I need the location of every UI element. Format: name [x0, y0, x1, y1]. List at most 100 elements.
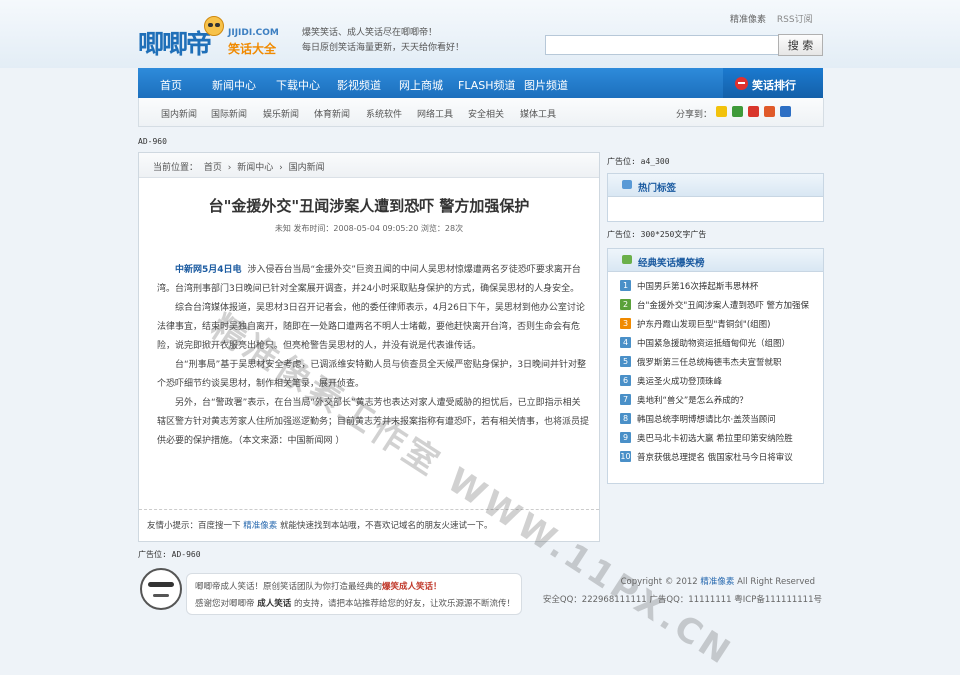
share-favorite-icon[interactable]	[716, 106, 727, 117]
rank-item-title[interactable]: 奥地利“兽父”是怎么养成的？	[637, 394, 748, 406]
breadcrumb-news[interactable]: 新闻中心	[237, 163, 273, 173]
ad-slot-sidebar-mid: 广告位: 300*250文字广告	[607, 230, 707, 239]
subnav-item-international[interactable]: 国际新闻	[211, 107, 247, 120]
search-button[interactable]: 搜 索	[778, 34, 823, 56]
tip-suffix: 就能快速找到本站哦，不喜欢记域名的朋友火速试一下。	[279, 521, 493, 531]
rss-link[interactable]: RSS订阅	[777, 15, 813, 25]
contact-info: 安全QQ：222968111111 广告QQ：11111111 粤ICP备111…	[542, 595, 822, 605]
rank-item[interactable]: 5 俄罗斯第三任总统梅德韦杰夫宣誓就职	[620, 355, 820, 369]
hot-tags-title: 热门标签	[638, 183, 677, 194]
rank-number-badge: 2	[620, 299, 631, 310]
rank-number-badge: 5	[620, 356, 631, 367]
rank-number-badge: 7	[620, 394, 631, 405]
breadcrumb-separator: ›	[279, 163, 283, 173]
rank-item-title[interactable]: 韩国总统李明博想请比尔·盖茨当顾问	[637, 413, 776, 425]
search-input[interactable]	[545, 35, 780, 55]
subnav-item-system-software[interactable]: 系统软件	[366, 107, 402, 120]
footer-line-1: 唧唧帝成人笑话！原创笑话团队为你打造最经典的爆笑成人笑话！	[195, 580, 442, 592]
rank-item[interactable]: 4 中国紧急援助物资运抵缅甸仰光（组图）	[620, 336, 820, 350]
share-renren-icon[interactable]	[780, 106, 791, 117]
rank-item[interactable]: 3 护东丹霞山发现巨型"青铜剑"(组图)	[620, 317, 820, 331]
site-logo[interactable]: 唧唧帝 JIJIDI.COM 笑话大全	[138, 14, 288, 64]
footer-mascot-icon	[140, 568, 182, 610]
rank-item-title[interactable]: 中国紧急援助物资运抵缅甸仰光（组图）	[637, 337, 790, 349]
nav-item-video[interactable]: 影视频道	[337, 77, 381, 93]
rank-number-badge: 9	[620, 432, 631, 443]
rank-item[interactable]: 1 中国男乒第16次捧起斯韦思林杯	[620, 279, 820, 293]
rank-item[interactable]: 6 奥运圣火成功登顶珠峰	[620, 374, 820, 388]
logo-face-icon	[204, 16, 224, 36]
copyright-suffix: All Right Reserved	[737, 577, 815, 587]
tip-brand-link[interactable]: 精准像素	[243, 521, 277, 531]
rank-item-title[interactable]: 中国男乒第16次捧起斯韦思林杯	[637, 280, 758, 292]
footer-line-1-prefix: 唧唧帝成人笑话！原创笑话团队为你打造最经典的	[195, 582, 383, 592]
slogan-line-2: 每日原创笑话海量更新，天天给你看好！	[302, 43, 465, 53]
article-divider	[139, 509, 599, 510]
footer-line-2-bold: 成人笑话	[257, 599, 292, 609]
breadcrumb: 当前位置： 首页 › 新闻中心 › 国内新闻	[153, 160, 328, 173]
rank-item-title[interactable]: 俄罗斯第三任总统梅德韦杰夫宣誓就职	[637, 356, 782, 368]
ad-slot-bottom: 广告位: AD-960	[138, 550, 201, 559]
share-kaixin-icon[interactable]	[732, 106, 743, 117]
rank-number-badge: 4	[620, 337, 631, 348]
nav-item-pictures[interactable]: 图片频道	[524, 77, 568, 93]
copyright-brand-link[interactable]: 精准像素	[700, 577, 734, 587]
rank-item-title[interactable]: 奥运圣火成功登顶珠峰	[637, 375, 722, 387]
footer-line-1-highlight: 爆笑成人笑话！	[382, 582, 442, 592]
subnav-item-security[interactable]: 安全相关	[468, 107, 504, 120]
subnav-item-domestic[interactable]: 国内新闻	[161, 107, 197, 120]
nav-item-flash[interactable]: FLASH频道	[458, 77, 516, 93]
footer-line-2-suffix: 的支持，请把本站推荐给您的好友，让欢乐源源不断流传！	[293, 599, 515, 609]
rank-item-title[interactable]: 普京获俄总理提名 俄国家杜马今日将审议	[637, 451, 793, 463]
nav-item-shop[interactable]: 网上商城	[399, 77, 443, 93]
article-paragraph: 中新网5月4日电 涉入侵吞台当局“金援外交”巨资丑闻的中间人吴思材惊爆遭两名歹徒恐…	[157, 261, 589, 299]
breadcrumb-separator: ›	[227, 163, 232, 173]
ranking-icon	[735, 77, 748, 90]
rank-item[interactable]: 8 韩国总统李明博想请比尔·盖茨当顾问	[620, 412, 820, 426]
footer-message: 唧唧帝成人笑话！原创笑话团队为你打造最经典的爆笑成人笑话！ 感谢您对唧唧帝 成人…	[186, 573, 522, 615]
subnav-item-network-tools[interactable]: 网络工具	[417, 107, 453, 120]
breadcrumb-home[interactable]: 首页	[204, 163, 222, 173]
hot-tags-box: 热门标签	[607, 173, 824, 222]
nav-item-news[interactable]: 新闻中心	[212, 77, 256, 93]
nav-item-downloads[interactable]: 下载中心	[276, 77, 320, 93]
rank-item[interactable]: 9 奥巴马北卡初选大赢 希拉里印第安纳险胜	[620, 431, 820, 445]
rank-item-title[interactable]: 护东丹霞山发现巨型"青铜剑"(组图)	[637, 318, 770, 330]
article-title: 台"金援外交"丑闻涉案人遭到恐吓 警方加强保护	[208, 197, 530, 215]
share-qzone-icon[interactable]	[764, 106, 775, 117]
article-meta: 未知 发布时间：2008-05-04 09:05:20 浏览：28次	[274, 224, 464, 233]
article-paragraph-4: 另外，台“警政署”表示，在台当局“外交部长”黄志芳也表达对家人遭受威胁的担忧后，…	[157, 398, 590, 446]
rank-item[interactable]: 2 台"金援外交"丑闻涉案人遭到恐吓 警方加强保	[620, 298, 820, 312]
hot-tags-header: 热门标签	[608, 174, 823, 197]
rank-item[interactable]: 10 普京获俄总理提名 俄国家杜马今日将审议	[620, 450, 820, 464]
chat-bubble-icon	[622, 180, 632, 189]
rank-number-badge: 1	[620, 280, 631, 291]
joke-ranking-title: 经典笑话爆笑榜	[638, 258, 705, 269]
rank-item[interactable]: 7 奥地利“兽父”是怎么养成的？	[620, 393, 820, 407]
breadcrumb-domestic[interactable]: 国内新闻	[289, 163, 325, 173]
article-body: 中新网5月4日电 涉入侵吞台当局“金援外交”巨资丑闻的中间人吴思材惊爆遭两名歹徒恐…	[157, 261, 589, 451]
rank-item-title[interactable]: 台"金援外交"丑闻涉案人遭到恐吓 警方加强保	[637, 299, 809, 311]
joke-ranking-label: 笑话排行	[752, 79, 796, 92]
subnav-item-entertainment[interactable]: 娱乐新闻	[263, 107, 299, 120]
slogan-line-1: 爆笑笑话、成人笑话尽在唧唧帝！	[302, 28, 438, 38]
joke-ranking-tab[interactable]: 笑话排行	[723, 68, 823, 99]
set-homepage-link[interactable]: 精准像素	[730, 15, 766, 25]
footer-line-2: 感谢您对唧唧帝 成人笑话 的支持，请把本站推荐给您的好友，让欢乐源源不断流传！	[195, 597, 515, 609]
bar-chart-icon	[622, 255, 632, 264]
friendly-tip: 友情小提示：百度搜一下 精准像素 就能快速找到本站哦，不喜欢记域名的朋友火速试一…	[147, 519, 492, 531]
article-paragraph-3: 台“刑事局”基于吴思材安全考虑，已调派维安特勤人员与侦查员全天候严密贴身保护，3…	[157, 360, 587, 389]
subnav-item-media-tools[interactable]: 媒体工具	[520, 107, 556, 120]
subnav-item-sports[interactable]: 体育新闻	[314, 107, 350, 120]
footer-line-2-prefix: 感谢您对唧唧帝	[195, 599, 255, 609]
nav-item-home[interactable]: 首页	[160, 77, 182, 93]
logo-subtitle: 笑话大全	[228, 42, 277, 56]
site-slogan: 爆笑笑话、成人笑话尽在唧唧帝！ 每日原创笑话海量更新，天天给你看好！	[302, 26, 464, 56]
ad-slot-top: AD-960	[138, 137, 167, 146]
rank-number-badge: 6	[620, 375, 631, 386]
share-weibo-icon[interactable]	[748, 106, 759, 117]
rank-item-title[interactable]: 奥巴马北卡初选大赢 希拉里印第安纳险胜	[637, 432, 793, 444]
rank-number-badge: 10	[620, 451, 631, 462]
joke-ranking-header: 经典笑话爆笑榜	[608, 249, 823, 272]
article-panel: 当前位置： 首页 › 新闻中心 › 国内新闻 台"金援外交"丑闻涉案人遭到恐吓 …	[138, 152, 600, 542]
